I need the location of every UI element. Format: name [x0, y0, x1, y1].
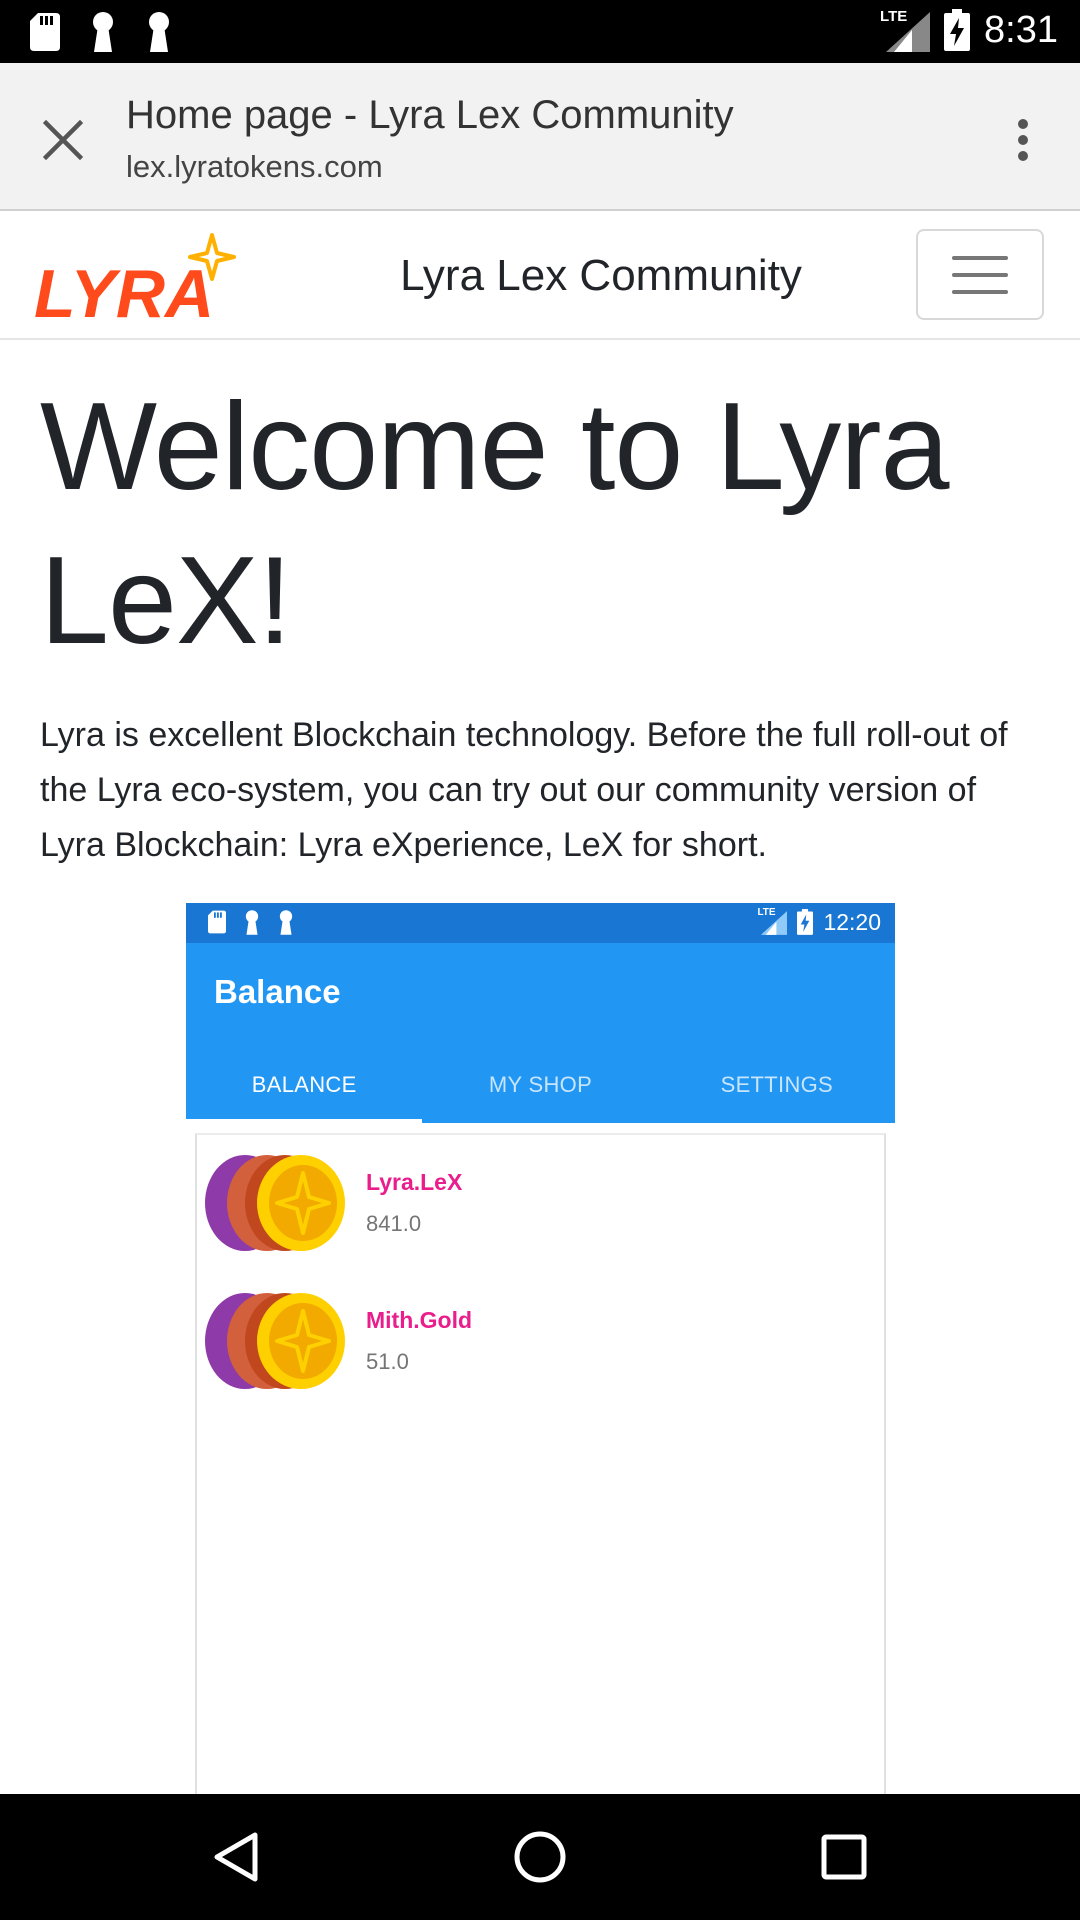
- lte-signal-icon: LTE: [757, 907, 788, 936]
- coin-stack-icon: [205, 1155, 345, 1251]
- hamburger-menu-icon: [952, 255, 1008, 260]
- status-bar: LTE 8:31: [0, 0, 1080, 63]
- home-button[interactable]: [505, 1822, 575, 1892]
- back-triangle-icon: [214, 1832, 258, 1882]
- recents-square-icon: [821, 1834, 867, 1880]
- keyhole-icon: [245, 910, 259, 935]
- main-content: Welcome to Lyra LeX! Lyra is excellent B…: [40, 370, 1050, 873]
- screenshot-tabs: BALANCE MY SHOP SETTINGS: [186, 1047, 895, 1123]
- recents-button[interactable]: [809, 1822, 879, 1892]
- navbar-toggler-button[interactable]: [916, 229, 1044, 320]
- status-time: 8:31: [984, 8, 1058, 51]
- overflow-menu-button[interactable]: [990, 107, 1056, 173]
- welcome-heading: Welcome to Lyra LeX!: [40, 378, 949, 670]
- keyhole-icon: [149, 12, 169, 52]
- screenshot-app-bar: Balance BALANCE MY SHOP SETTINGS: [186, 943, 895, 1123]
- page-url: lex.lyratokens.com: [126, 149, 383, 184]
- system-nav-bar: [0, 1794, 1080, 1920]
- token-amount: 51.0: [366, 1349, 409, 1374]
- page-title: Home page - Lyra Lex Community: [126, 93, 734, 137]
- sd-card-icon: [30, 13, 60, 51]
- battery-charging-icon: [944, 9, 971, 51]
- more-vert-icon: [1018, 119, 1028, 161]
- screenshot-status-bar: LTE 12:20: [186, 903, 895, 943]
- tab-settings: SETTINGS: [720, 1072, 834, 1097]
- keyhole-icon: [279, 910, 293, 935]
- screenshot-status-time: 12:20: [823, 908, 881, 935]
- back-button[interactable]: [201, 1822, 271, 1892]
- token-amount: 841.0: [366, 1211, 422, 1236]
- list-item: Mith.Gold 51.0: [197, 1291, 886, 1401]
- coin-stack-icon: [205, 1293, 345, 1389]
- svg-text:LYRA: LYRA: [34, 256, 214, 329]
- token-name: Lyra.LeX: [366, 1169, 463, 1195]
- tab-my-shop: MY SHOP: [488, 1072, 593, 1097]
- close-button[interactable]: [30, 107, 96, 173]
- sd-card-icon: [208, 910, 226, 934]
- site-navbar: Lyra Lex Community LYRA: [0, 213, 1080, 340]
- list-item: Lyra.LeX 841.0: [197, 1153, 886, 1263]
- screenshot-title: Balance: [214, 973, 341, 1010]
- lte-signal-icon: LTE: [880, 8, 931, 52]
- intro-paragraph: Lyra is excellent Blockchain technology.…: [40, 716, 1008, 864]
- token-name: Mith.Gold: [366, 1307, 473, 1333]
- custom-tab-toolbar: Home page - Lyra Lex Community lex.lyrat…: [0, 63, 1080, 211]
- keyhole-icon: [93, 12, 113, 52]
- battery-charging-icon: [797, 909, 814, 935]
- home-circle-icon: [514, 1831, 566, 1883]
- app-screenshot: LTE 12:20 Balance BALANCE MY SHOP SETTIN…: [186, 903, 895, 1920]
- lyra-logo[interactable]: LYRA: [34, 229, 254, 332]
- tab-balance: BALANCE: [186, 1047, 423, 1123]
- close-icon: [43, 120, 83, 160]
